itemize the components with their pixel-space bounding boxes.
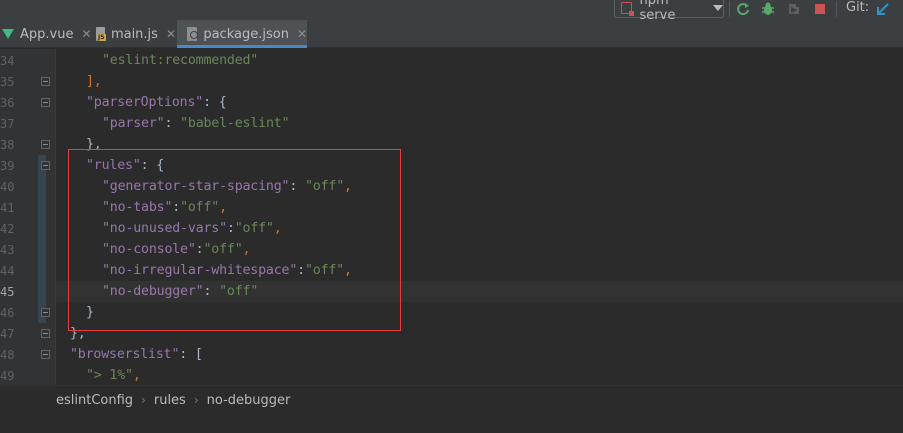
line-number: 49 xyxy=(0,369,15,383)
code-text: "parser": "babel-eslint" xyxy=(102,116,290,131)
code-token: : xyxy=(164,116,181,131)
breadcrumb-item[interactable]: rules xyxy=(154,393,186,408)
code-line[interactable]: 48 "browserslist": [ xyxy=(0,345,903,366)
editor-tab-bar: App.vue ✕ main.js ✕ package.json ✕ xyxy=(0,20,903,48)
tab-label: App.vue xyxy=(20,26,74,42)
line-number: 43 xyxy=(0,243,15,257)
code-token: "parserOptions" xyxy=(86,95,204,110)
code-line[interactable]: 36 "parserOptions": { xyxy=(0,93,903,114)
line-number: 40 xyxy=(0,180,15,194)
breadcrumb-separator: › xyxy=(141,393,146,407)
rules-annotation-box xyxy=(68,149,401,331)
tab-label: main.js xyxy=(110,26,158,42)
code-line[interactable]: 35], xyxy=(0,72,903,93)
code-token: : [ xyxy=(179,347,203,362)
toolbar-separator xyxy=(836,1,837,17)
js-file-icon xyxy=(96,27,106,41)
fold-toggle-icon[interactable] xyxy=(41,77,50,86)
tab-app-vue[interactable]: App.vue ✕ xyxy=(0,20,92,48)
code-token: ], xyxy=(86,74,102,89)
code-token: "eslint:recommended" xyxy=(102,53,259,68)
git-label: Git: xyxy=(846,0,870,15)
chevron-down-icon xyxy=(713,5,723,11)
vue-file-icon xyxy=(2,29,14,39)
debug-bug-icon[interactable] xyxy=(760,1,776,17)
code-text: ], xyxy=(86,74,102,89)
status-bar xyxy=(0,414,903,433)
breadcrumb-item[interactable]: no-debugger xyxy=(207,393,291,408)
tab-main-js[interactable]: main.js ✕ xyxy=(88,20,176,48)
tab-package-json[interactable]: package.json ✕ xyxy=(177,20,307,48)
line-number: 36 xyxy=(0,96,15,110)
code-editor[interactable]: 34 "eslint:recommended" 35], 36 "parserOptio… xyxy=(0,49,903,385)
breadcrumb: eslintConfig › rules › no-debugger xyxy=(0,385,903,414)
line-number: 46 xyxy=(0,306,15,320)
fold-toggle-icon[interactable] xyxy=(41,329,50,338)
close-icon[interactable]: ✕ xyxy=(166,27,176,41)
run-configuration-dropdown[interactable]: npm serve xyxy=(614,0,724,23)
main-toolbar: npm serve Git: xyxy=(0,0,903,23)
line-number: 41 xyxy=(0,201,15,215)
breadcrumb-item[interactable]: eslintConfig xyxy=(56,393,133,408)
line-number: 38 xyxy=(0,138,15,152)
code-text: "eslint:recommended" xyxy=(102,53,258,68)
coverage-icon[interactable] xyxy=(786,1,802,17)
rerun-icon[interactable] xyxy=(735,1,751,17)
code-token: "babel-eslint" xyxy=(180,116,290,131)
close-icon[interactable]: ✕ xyxy=(297,27,307,41)
code-line[interactable]: 34 "eslint:recommended" xyxy=(0,51,903,72)
code-line[interactable]: 49 "> 1%", xyxy=(0,366,903,385)
code-token: : { xyxy=(203,95,227,110)
toolbar-separator xyxy=(729,1,730,17)
breadcrumb-separator: › xyxy=(193,393,199,407)
line-number: 37 xyxy=(0,117,15,131)
run-config-icon xyxy=(621,2,633,16)
line-number: 42 xyxy=(0,222,15,236)
code-token: , xyxy=(132,368,141,383)
tab-label: package.json xyxy=(203,26,289,42)
line-number: 45 xyxy=(0,285,15,299)
fold-toggle-icon[interactable] xyxy=(41,98,50,107)
code-token: "browserslist" xyxy=(70,347,180,362)
line-number: 35 xyxy=(0,75,15,89)
stop-icon[interactable] xyxy=(812,1,828,17)
package-json-icon xyxy=(187,27,199,41)
code-text: "> 1%", xyxy=(86,368,141,383)
code-line[interactable]: 37 "parser": "babel-eslint" xyxy=(0,114,903,135)
fold-toggle-icon[interactable] xyxy=(41,140,50,149)
line-number: 34 xyxy=(0,54,15,68)
code-token: "> 1%" xyxy=(86,368,133,383)
line-number: 48 xyxy=(0,348,15,362)
code-text: "parserOptions": { xyxy=(86,95,227,110)
git-update-icon[interactable] xyxy=(875,1,891,17)
line-number: 44 xyxy=(0,264,15,278)
code-token: "parser" xyxy=(102,116,165,131)
line-number: 39 xyxy=(0,159,15,173)
fold-toggle-icon[interactable] xyxy=(41,161,50,170)
line-number: 47 xyxy=(0,327,15,341)
fold-toggle-icon[interactable] xyxy=(41,350,50,359)
code-text: "browserslist": [ xyxy=(70,347,203,362)
fold-toggle-icon[interactable] xyxy=(41,308,50,317)
